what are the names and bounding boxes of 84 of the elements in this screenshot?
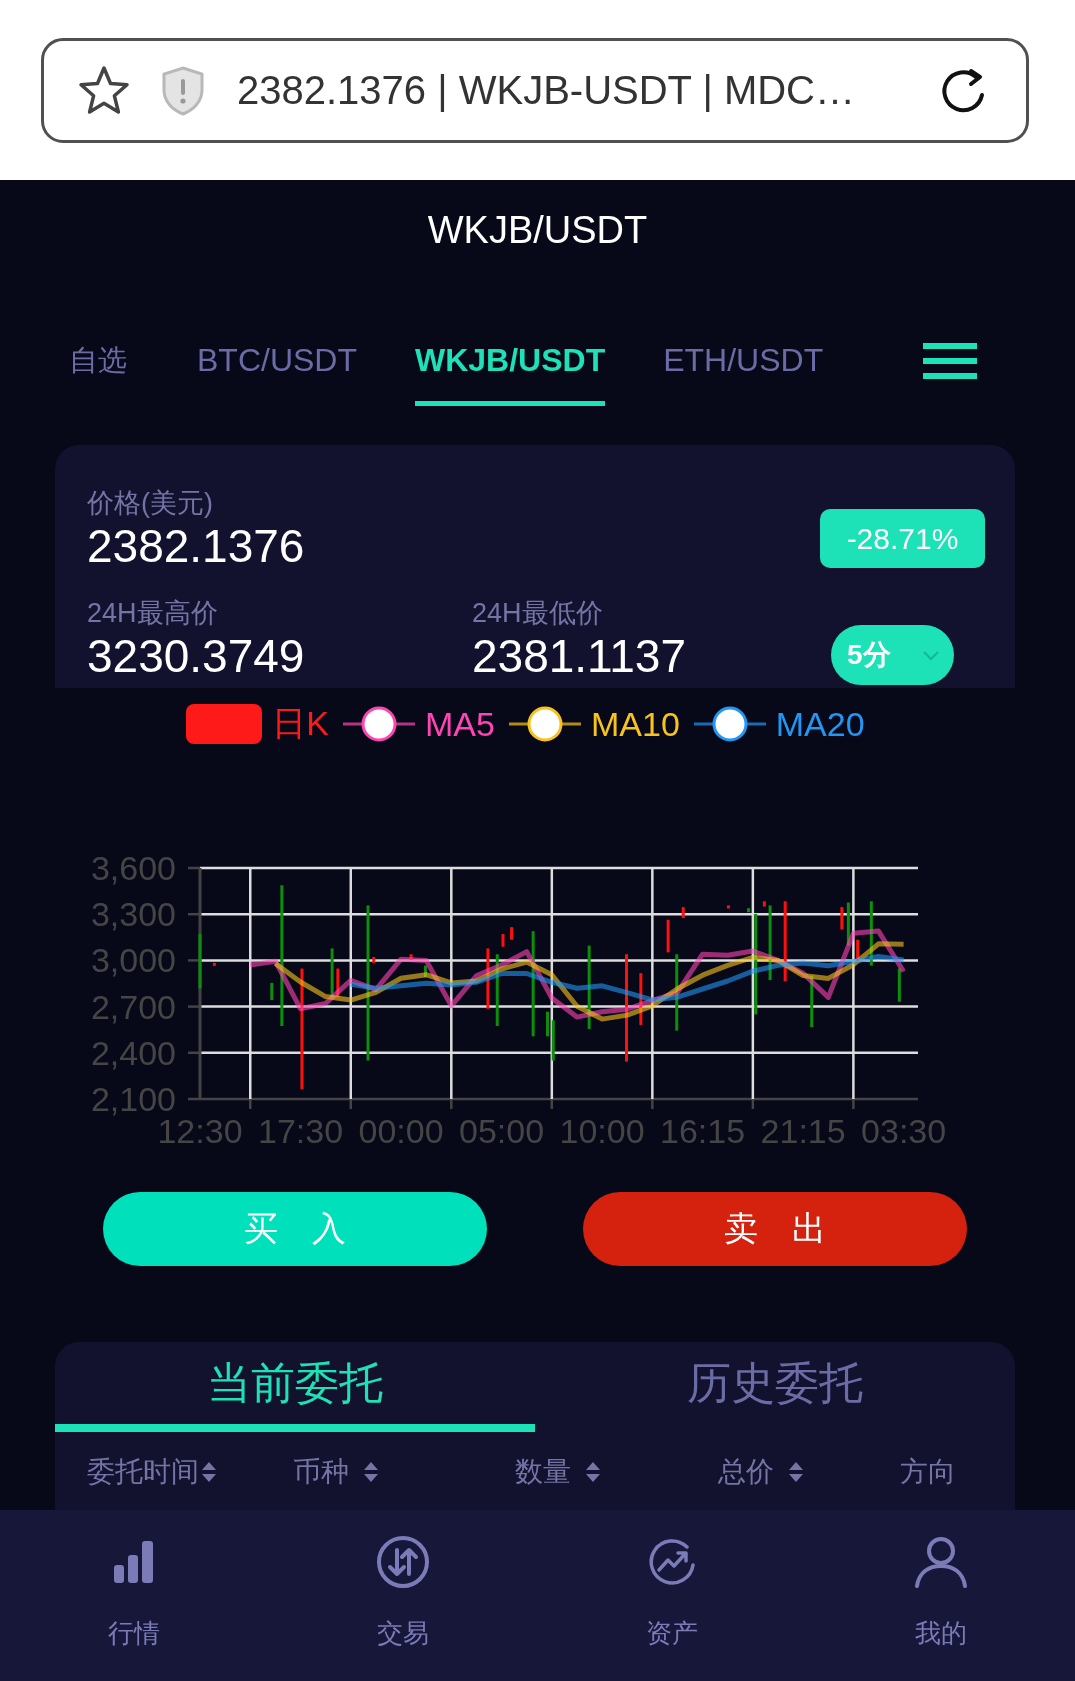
sort-icon[interactable] xyxy=(585,1461,601,1483)
bar-chart-icon xyxy=(114,1541,155,1583)
low-label: 24H最低价 xyxy=(472,597,604,629)
candle xyxy=(666,919,670,953)
high-value: 3230.3749 xyxy=(87,629,306,683)
nav-item[interactable]: 交易 xyxy=(377,1616,430,1651)
x-axis-label: 10:00 xyxy=(559,1112,645,1150)
column-header[interactable]: 总价 xyxy=(718,1453,774,1491)
sort-icon[interactable] xyxy=(201,1461,217,1483)
candle xyxy=(726,905,730,909)
page-title: WKJB/USDT xyxy=(427,208,648,252)
y-axis-label: 3,600 xyxy=(90,850,176,887)
candle xyxy=(336,968,340,998)
x-axis-label: 21:15 xyxy=(760,1112,846,1150)
person-icon xyxy=(913,1536,968,1588)
candle xyxy=(330,948,334,998)
candle xyxy=(551,1020,555,1061)
sell-button[interactable]: 卖 出 xyxy=(583,1192,967,1266)
legend-swatch[interactable] xyxy=(186,704,263,744)
candle xyxy=(747,908,751,913)
order-tab[interactable]: 当前委托 xyxy=(55,1342,535,1432)
address-bar[interactable]: 2382.1376 | WKJB-USDT | MDC… xyxy=(41,38,1029,143)
candle xyxy=(501,934,505,947)
legend-marker[interactable] xyxy=(693,704,766,744)
column-header[interactable]: 数量 xyxy=(515,1453,571,1491)
legend-label[interactable]: MA20 xyxy=(775,704,865,744)
nav-item[interactable]: 资产 xyxy=(645,1616,698,1651)
candle xyxy=(409,954,413,960)
candle xyxy=(546,1011,549,1037)
x-axis-label: 00:00 xyxy=(358,1112,444,1150)
column-header[interactable]: 币种 xyxy=(293,1453,349,1491)
x-axis-label: 03:30 xyxy=(861,1112,947,1150)
y-axis-label: 2,700 xyxy=(90,987,176,1026)
candle xyxy=(372,957,376,963)
star-icon[interactable] xyxy=(77,64,131,117)
legend-label[interactable]: MA5 xyxy=(425,704,495,744)
candle xyxy=(510,927,514,940)
candle xyxy=(681,907,685,919)
candle xyxy=(423,965,427,978)
x-axis-label: 16:15 xyxy=(660,1112,746,1150)
candle xyxy=(270,982,274,1001)
exchange-arrows-icon xyxy=(376,1535,431,1589)
legend-label[interactable]: MA10 xyxy=(590,704,680,744)
candle xyxy=(856,939,860,962)
low-value: 2381.1137 xyxy=(472,629,688,683)
price-value: 2382.1376 xyxy=(87,519,305,573)
trend-chart-icon xyxy=(646,1537,697,1587)
y-axis-label: 2,400 xyxy=(90,1033,176,1072)
candle xyxy=(846,902,850,946)
change-badge: -28.71% xyxy=(820,509,985,568)
candle xyxy=(840,907,844,930)
candle xyxy=(486,948,490,1009)
shield-icon[interactable] xyxy=(161,65,205,116)
column-header[interactable]: 委托时间 xyxy=(87,1453,199,1491)
candle xyxy=(869,901,873,966)
candle xyxy=(198,933,202,989)
nav-item[interactable]: 我的 xyxy=(914,1616,967,1651)
chevron-icon xyxy=(922,649,940,661)
candle xyxy=(897,968,901,1002)
candle xyxy=(495,954,499,1026)
price-label: 价格(美元) xyxy=(87,487,214,519)
x-axis-label: 17:30 xyxy=(257,1112,344,1150)
x-axis-label: 05:00 xyxy=(459,1112,545,1150)
high-label: 24H最高价 xyxy=(87,597,219,629)
pair-tab[interactable]: WKJB/USDT xyxy=(415,316,606,406)
candle xyxy=(762,901,766,907)
pair-tab[interactable]: ETH/USDT xyxy=(663,316,824,406)
y-axis-label: 3,000 xyxy=(90,941,176,980)
candle xyxy=(212,962,216,966)
sort-icon[interactable] xyxy=(788,1461,804,1483)
legend-marker[interactable] xyxy=(508,704,581,744)
menu-icon[interactable] xyxy=(923,343,977,379)
y-axis-label: 3,300 xyxy=(90,895,176,934)
pair-tab[interactable]: 自选 xyxy=(69,314,127,408)
order-tab[interactable]: 历史委托 xyxy=(535,1342,1015,1432)
page-title: 2382.1376 | WKJB-USDT | MDC… xyxy=(237,68,856,113)
nav-item[interactable]: 行情 xyxy=(108,1616,161,1651)
legend-marker[interactable] xyxy=(343,704,416,744)
column-header: 方向 xyxy=(900,1455,956,1489)
candle xyxy=(639,973,643,1025)
pair-tab[interactable]: BTC/USDT xyxy=(197,316,357,406)
sort-icon[interactable] xyxy=(363,1461,379,1483)
candle xyxy=(810,975,814,1028)
legend-label[interactable]: 日K xyxy=(272,701,330,747)
